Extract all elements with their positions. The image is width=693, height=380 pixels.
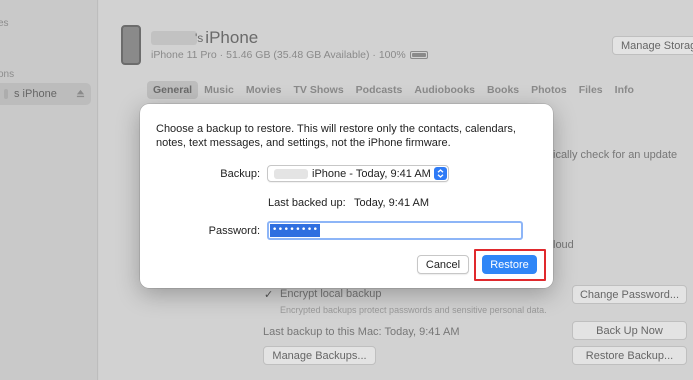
encrypt-label: Encrypt local backup [280, 288, 382, 300]
dialog-message: Choose a backup to restore. This will re… [156, 123, 516, 149]
back-up-now-button[interactable]: Back Up Now [572, 321, 687, 340]
encrypt-checkbox[interactable]: ✓ [264, 288, 273, 301]
tab-bar: General Music Movies TV Shows Podcasts A… [147, 81, 640, 99]
tab-info[interactable]: Info [609, 81, 640, 99]
device-name-label: iPhone [205, 28, 259, 47]
cancel-button[interactable]: Cancel [417, 255, 469, 274]
backup-select-value: iPhone - Today, 9:41 AM [312, 167, 431, 180]
eject-icon[interactable] [76, 89, 85, 98]
device-subtitle: iPhone 11 Pro · 51.46 GB (35.48 GB Avail… [151, 49, 428, 61]
iphone-icon [121, 25, 141, 65]
restore-dialog: Choose a backup to restore. This will re… [140, 104, 553, 288]
sidebar-section-fragment: ons [0, 69, 15, 80]
tab-files[interactable]: Files [573, 81, 609, 99]
auto-update-text: ically check for an update [553, 149, 678, 161]
device-name: 's iPhone [151, 28, 258, 48]
icloud-text: loud [553, 239, 574, 251]
tab-books[interactable]: Books [481, 81, 525, 99]
restore-backup-button[interactable]: Restore Backup... [572, 346, 687, 365]
tab-tv-shows[interactable]: TV Shows [287, 81, 349, 99]
last-backed-up-label: Last backed up: [268, 197, 346, 209]
change-password-button[interactable]: Change Password... [572, 285, 687, 304]
battery-icon [409, 51, 428, 59]
password-label: Password: [208, 225, 260, 237]
tab-music[interactable]: Music [198, 81, 240, 99]
last-backed-up-value: Today, 9:41 AM [354, 197, 430, 209]
sidebar: es ons s iPhone [0, 0, 98, 380]
manage-storage-button[interactable]: Manage Storage [612, 36, 693, 55]
device-subtitle-text: iPhone 11 Pro · 51.46 GB (35.48 GB Avail… [151, 49, 406, 61]
tab-audiobooks[interactable]: Audiobooks [408, 81, 481, 99]
chevron-updown-icon [434, 167, 447, 180]
password-field[interactable]: •••••••• [267, 221, 523, 240]
sidebar-item-iphone[interactable]: s iPhone [0, 83, 91, 105]
last-backup-text: Last backup to this Mac: Today, 9:41 AM [263, 326, 460, 338]
tab-podcasts[interactable]: Podcasts [350, 81, 409, 99]
backup-label: Backup: [220, 168, 260, 180]
redacted-name [151, 31, 197, 45]
redacted-name [274, 168, 308, 179]
sidebar-fragment: es [0, 18, 9, 29]
password-value: •••••••• [270, 224, 321, 237]
sidebar-item-label: s iPhone [14, 88, 57, 100]
tab-general[interactable]: General [147, 81, 199, 99]
manage-backups-button[interactable]: Manage Backups... [263, 346, 376, 365]
device-name-fragment: 's [195, 31, 204, 45]
backup-select[interactable]: iPhone - Today, 9:41 AM [267, 165, 449, 182]
tab-photos[interactable]: Photos [525, 81, 573, 99]
tab-movies[interactable]: Movies [240, 81, 288, 99]
restore-button[interactable]: Restore [482, 255, 537, 274]
redacted-name [4, 89, 8, 99]
encrypt-note: Encrypted backups protect passwords and … [280, 305, 547, 315]
